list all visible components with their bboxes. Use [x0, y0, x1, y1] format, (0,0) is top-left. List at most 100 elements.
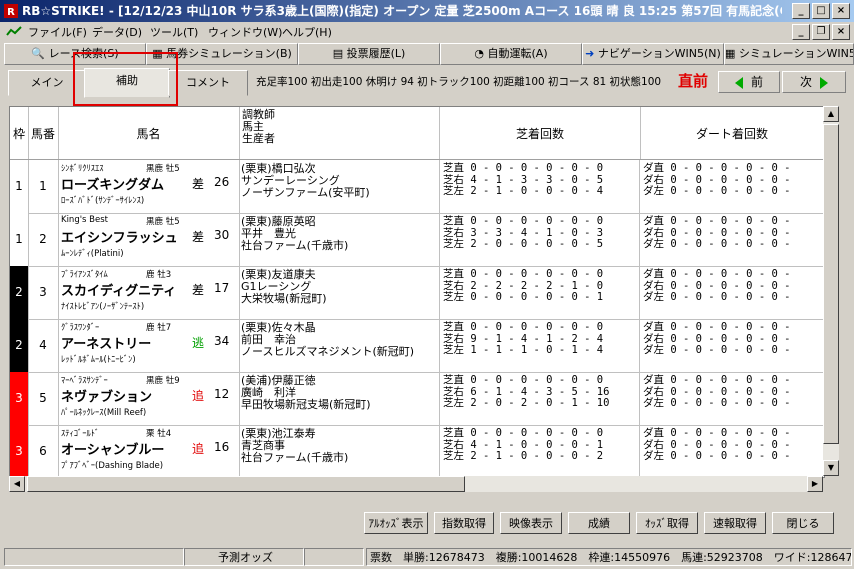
menu-help[interactable]: ヘルプ(H) [282, 24, 332, 40]
get-odds-button[interactable]: ｵｯｽﾞ取得 [636, 512, 698, 534]
horse-name: オーシャンブルー [61, 443, 165, 458]
scroll-left-icon[interactable]: ◀ [9, 476, 25, 492]
scroll-up-icon[interactable]: ▲ [823, 106, 839, 122]
minimize-icon[interactable]: _ [792, 3, 810, 19]
turf-straight: 芝直 0 - 0 - 0 - 0 - 0 - 0 [443, 215, 604, 227]
prev-race-button[interactable]: 前 [718, 71, 780, 93]
menu-bar: ファイル(F) データ(D) ツール(T) ウィンドウ(W) ヘルプ(H) [0, 22, 854, 40]
table-row[interactable]: 1 1 ｼﾝﾎﾞﾘｸﾘｽｴｽ 黒鹿 牡5 ローズキングダム ﾛｰｽﾞﾊﾞﾄﾞ(ｻ… [10, 160, 824, 214]
connections-cell[interactable]: (美浦)伊藤正徳 廣崎 利洋 早田牧場新冠支場(新冠町) [239, 372, 440, 425]
dirt-record-cell[interactable]: ダ直 0 - 0 - 0 - 0 - 0 - ダ右 0 - 0 - 0 - 0 … [640, 266, 824, 319]
weight-value: 30 [214, 228, 230, 242]
umaban-cell[interactable]: 1 [28, 160, 59, 213]
maximize-icon[interactable]: □ [812, 3, 830, 19]
col-name[interactable]: 馬名 [58, 107, 240, 159]
menu-data[interactable]: データ(D) [92, 24, 142, 40]
scroll-thumb[interactable] [823, 124, 839, 444]
connections-cell[interactable]: (栗東)橋口弘次 サンデーレーシング ノーザンファーム(安平町) [239, 160, 440, 213]
connections-cell[interactable]: (栗東)藤原英昭 平井 豊光 社台ファーム(千歳市) [239, 213, 440, 266]
hscroll-thumb[interactable] [27, 476, 465, 492]
next-race-button[interactable]: 次 [782, 71, 846, 93]
results-button[interactable]: 成績 [568, 512, 630, 534]
clock-icon: ◔ [474, 47, 484, 60]
close-icon[interactable]: × [832, 3, 850, 19]
connections-cell[interactable]: (栗東)友道康夫 G1レーシング 大栄牧場(新冠町) [239, 266, 440, 319]
horse-name-cell[interactable]: ﾌﾞﾗｲｱﾝｽﾞﾀｲﾑ 鹿 牡3 スカイディグニティ ﾅｲｽﾄﾚﾋﾞｱﾝ(ﾉｰｻ… [58, 266, 240, 319]
status-bar: 予測オッズ 票数 単勝:12678473 複勝:10014628 枠連:1455… [0, 547, 854, 569]
waku-cell[interactable]: 3 [10, 425, 29, 477]
dirt-straight: ダ直 0 - 0 - 0 - 0 - 0 - [643, 268, 791, 280]
umaban-cell[interactable]: 5 [28, 372, 59, 425]
dirt-record-cell[interactable]: ダ直 0 - 0 - 0 - 0 - 0 - ダ右 0 - 0 - 0 - 0 … [640, 319, 824, 372]
horse-name-cell[interactable]: ｸﾞﾗｽﾜﾝﾀﾞｰ 鹿 牡7 アーネストリー ﾚｯﾄﾞﾙﾎﾞﾑｰﾙ(ﾄﾆｰﾋﾞﾝ… [58, 319, 240, 372]
table-row[interactable]: 3 5 ﾏｰﾍﾞﾗｽｻﾝﾃﾞｰ 黒鹿 牡9 ネヴァブション ﾊﾟｰﾙﾈｯｸﾚｰｽ… [10, 372, 824, 426]
horizontal-scrollbar[interactable]: ◀ ▶ [9, 476, 823, 492]
umaban-cell[interactable]: 4 [28, 319, 59, 372]
waku-cell[interactable]: 1 [10, 213, 29, 266]
col-waku[interactable]: 枠 [10, 107, 29, 159]
menu-tools[interactable]: ツール(T) [150, 24, 198, 40]
turf-record-cell[interactable]: 芝直 0 - 0 - 0 - 0 - 0 - 0 芝右 4 - 1 - 3 - … [440, 160, 640, 213]
umaban-cell[interactable]: 2 [28, 213, 59, 266]
sire-name: ｸﾞﾗｽﾜﾝﾀﾞｰ [61, 323, 100, 333]
mdi-close-icon[interactable]: × [832, 24, 850, 40]
dirt-record-cell[interactable]: ダ直 0 - 0 - 0 - 0 - 0 - ダ右 0 - 0 - 0 - 0 … [640, 213, 824, 266]
horse-grid[interactable]: 枠 馬番 馬名 調教師 馬主 生産者 芝着回数 ダート着回数 1 1 ｼﾝﾎﾞﾘ… [9, 106, 825, 478]
turf-record-cell[interactable]: 芝直 0 - 0 - 0 - 0 - 0 - 0 芝右 9 - 1 - 4 - … [440, 319, 640, 372]
horse-name-cell[interactable]: King's Best 黒鹿 牡5 エイシンフラッシュ ﾑｰﾝﾚﾃﾞｨ(Plat… [58, 213, 240, 266]
turf-record-cell[interactable]: 芝直 0 - 0 - 0 - 0 - 0 - 0 芝右 2 - 2 - 2 - … [440, 266, 640, 319]
umaban-cell[interactable]: 6 [28, 425, 59, 477]
waku-cell[interactable]: 3 [10, 372, 29, 425]
horse-name-cell[interactable]: ｽﾃｨｺﾞｰﾙﾄﾞ 栗 牡4 オーシャンブルー ﾌﾟｱﾌﾞﾍﾞｰ(Dashing… [58, 425, 240, 477]
coat-sex-age: 鹿 牡7 [146, 323, 172, 333]
col-umaban[interactable]: 馬番 [28, 107, 59, 159]
vote-history-button[interactable]: ▤ 投票履歴(L) [298, 43, 440, 65]
table-row[interactable]: 2 4 ｸﾞﾗｽﾜﾝﾀﾞｰ 鹿 牡7 アーネストリー ﾚｯﾄﾞﾙﾎﾞﾑｰﾙ(ﾄﾆ… [10, 319, 824, 373]
search-icon: 🔍 [31, 47, 46, 60]
auto-run-button[interactable]: ◔ 自動運転(A) [440, 43, 582, 65]
horse-name-cell[interactable]: ﾏｰﾍﾞﾗｽｻﾝﾃﾞｰ 黒鹿 牡9 ネヴァブション ﾊﾟｰﾙﾈｯｸﾚｰｽ(Mil… [58, 372, 240, 425]
turf-left: 芝左 2 - 1 - 0 - 0 - 0 - 2 [443, 450, 604, 462]
menu-window[interactable]: ウィンドウ(W) [208, 24, 282, 40]
get-flash-button[interactable]: 速報取得 [704, 512, 766, 534]
chokuzen-label: 直前 [678, 72, 709, 90]
dirt-record-cell[interactable]: ダ直 0 - 0 - 0 - 0 - 0 - ダ右 0 - 0 - 0 - 0 … [640, 425, 824, 477]
waku-cell[interactable]: 2 [10, 266, 29, 319]
connections-cell[interactable]: (栗東)池江泰寿 青芝商事 社台ファーム(千歳市) [239, 425, 440, 477]
mdi-restore-icon[interactable]: ❐ [812, 24, 830, 40]
waku-cell[interactable]: 2 [10, 319, 29, 372]
col-connections[interactable]: 調教師 馬主 生産者 [239, 107, 440, 159]
turf-record-cell[interactable]: 芝直 0 - 0 - 0 - 0 - 0 - 0 芝右 4 - 1 - 0 - … [440, 425, 640, 477]
coat-sex-age: 鹿 牡3 [146, 270, 172, 280]
table-row[interactable]: 3 6 ｽﾃｨｺﾞｰﾙﾄﾞ 栗 牡4 オーシャンブルー ﾌﾟｱﾌﾞﾍﾞｰ(Das… [10, 425, 824, 477]
turf-record-cell[interactable]: 芝直 0 - 0 - 0 - 0 - 0 - 0 芝右 6 - 1 - 4 - … [440, 372, 640, 425]
close-button[interactable]: 閉じる [772, 512, 834, 534]
waku-cell[interactable]: 1 [10, 160, 29, 213]
vertical-scrollbar[interactable]: ▲ ▼ [823, 106, 839, 476]
turf-record-cell[interactable]: 芝直 0 - 0 - 0 - 0 - 0 - 0 芝右 3 - 3 - 4 - … [440, 213, 640, 266]
table-row[interactable]: 2 3 ﾌﾞﾗｲｱﾝｽﾞﾀｲﾑ 鹿 牡3 スカイディグニティ ﾅｲｽﾄﾚﾋﾞｱﾝ… [10, 266, 824, 320]
simulation-win5-button[interactable]: ▦ シミュレーションWIN5(( [724, 43, 854, 65]
show-video-button[interactable]: 映像表示 [500, 512, 562, 534]
get-index-button[interactable]: 指数取得 [434, 512, 494, 534]
connections-cell[interactable]: (栗東)佐々木晶 前田 幸治 ノースヒルズマネジメント(新冠町) [239, 319, 440, 372]
table-row[interactable]: 1 2 King's Best 黒鹿 牡5 エイシンフラッシュ ﾑｰﾝﾚﾃﾞｨ(… [10, 213, 824, 267]
all-odds-button[interactable]: ｱﾙｵｯｽﾞ表示 [364, 512, 428, 534]
dirt-record-cell[interactable]: ダ直 0 - 0 - 0 - 0 - 0 - ダ右 0 - 0 - 0 - 0 … [640, 372, 824, 425]
tab-comment[interactable]: コメント [168, 70, 248, 96]
col-turf[interactable]: 芝着回数 [440, 107, 641, 159]
mdi-minimize-icon[interactable]: _ [792, 24, 810, 40]
running-style: 差 [192, 177, 205, 191]
breeder-name: 社台ファーム(千歳市) [241, 451, 349, 464]
menu-file[interactable]: ファイル(F) [28, 24, 87, 40]
svg-text:R: R [7, 7, 15, 18]
scroll-down-icon[interactable]: ▼ [823, 460, 839, 476]
col-dirt[interactable]: ダート着回数 [640, 107, 824, 159]
umaban-cell[interactable]: 3 [28, 266, 59, 319]
scroll-right-icon[interactable]: ▶ [807, 476, 823, 492]
horse-name-cell[interactable]: ｼﾝﾎﾞﾘｸﾘｽｴｽ 黒鹿 牡5 ローズキングダム ﾛｰｽﾞﾊﾞﾄﾞ(ｻﾝﾃﾞｰ… [58, 160, 240, 213]
dirt-record-cell[interactable]: ダ直 0 - 0 - 0 - 0 - 0 - ダ右 0 - 0 - 0 - 0 … [640, 160, 824, 213]
dirt-left: ダ左 0 - 0 - 0 - 0 - 0 - [643, 450, 791, 462]
sire-name: ﾏｰﾍﾞﾗｽｻﾝﾃﾞｰ [61, 376, 108, 386]
navigation-win5-button[interactable]: ➜ ナビゲーションWIN5(N) [582, 43, 724, 65]
